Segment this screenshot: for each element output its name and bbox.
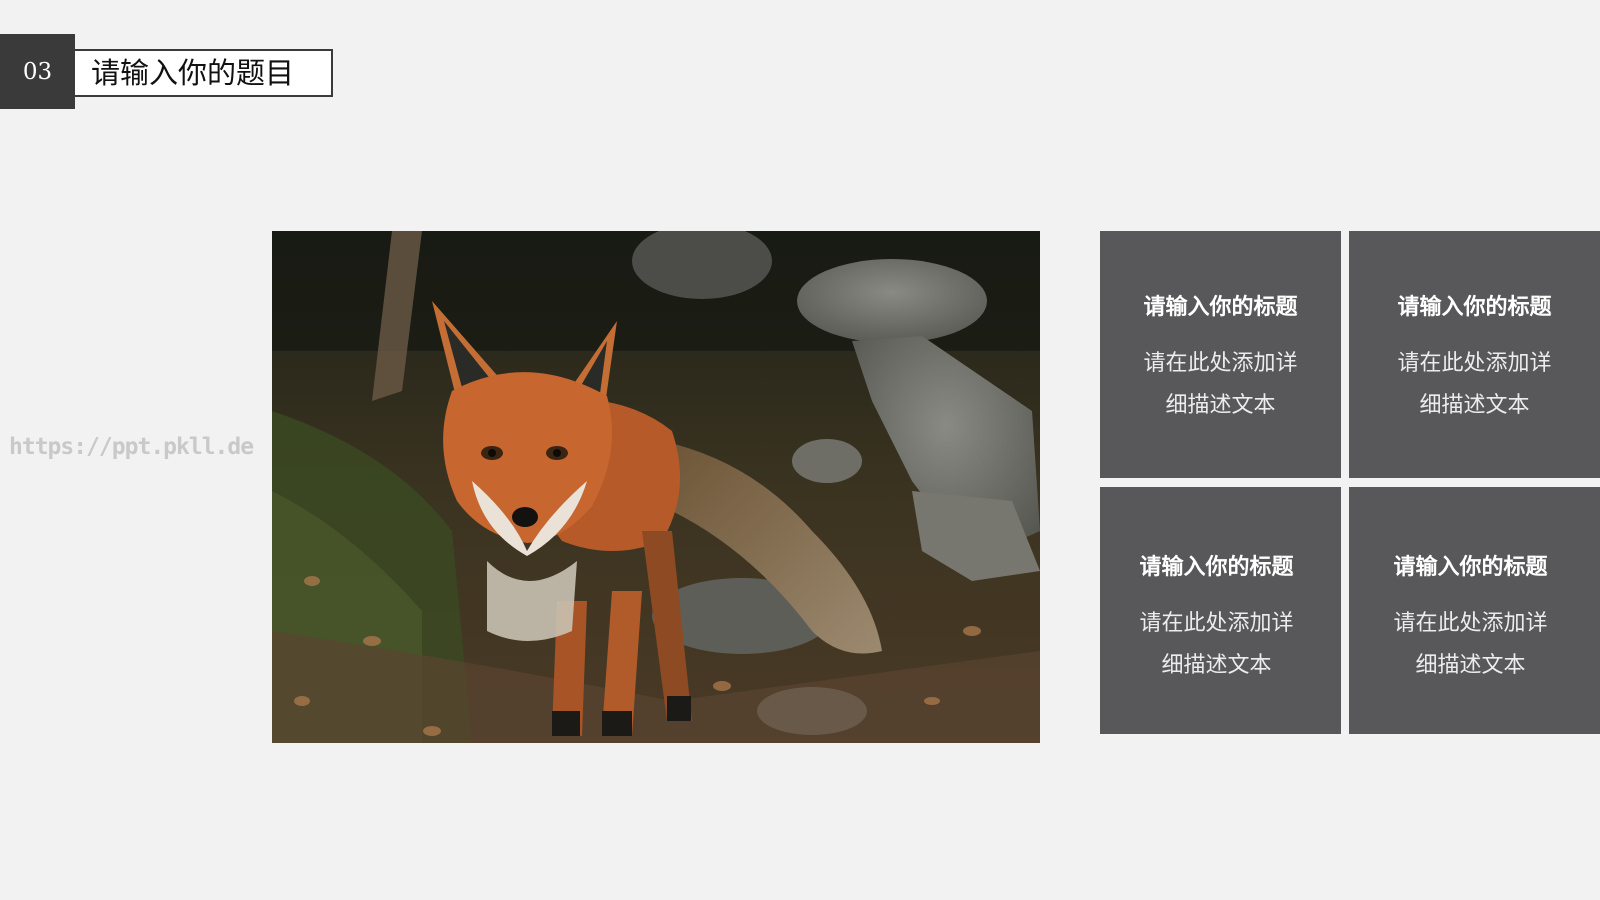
info-card-4: 请输入你的标题 请在此处添加详细描述文本 (1349, 487, 1600, 734)
card-body: 请在此处添加详细描述文本 (1397, 351, 1552, 418)
card-title: 请输入你的标题 (1397, 295, 1552, 320)
slide-title: 请输入你的题目 (91, 55, 295, 90)
card-title: 请输入你的标题 (1143, 295, 1298, 320)
slide-title-box: 请输入你的题目 (75, 49, 333, 97)
watermark-text: https://ppt.pkll.de (9, 434, 254, 460)
info-card-1: 请输入你的标题 请在此处添加详细描述文本 (1100, 231, 1341, 478)
info-card-2: 请输入你的标题 请在此处添加详细描述文本 (1349, 231, 1600, 478)
info-card-3: 请输入你的标题 请在此处添加详细描述文本 (1100, 487, 1341, 734)
fox-photo-illustration (272, 231, 1040, 743)
fox-photo (272, 231, 1040, 743)
card-body: 请在此处添加详细描述文本 (1143, 351, 1298, 418)
card-title: 请输入你的标题 (1393, 555, 1548, 580)
card-body: 请在此处添加详细描述文本 (1139, 611, 1294, 678)
card-body: 请在此处添加详细描述文本 (1393, 611, 1548, 678)
slide-number: 03 (22, 58, 53, 85)
card-title: 请输入你的标题 (1139, 555, 1294, 580)
slide-number-badge: 03 (0, 34, 75, 109)
